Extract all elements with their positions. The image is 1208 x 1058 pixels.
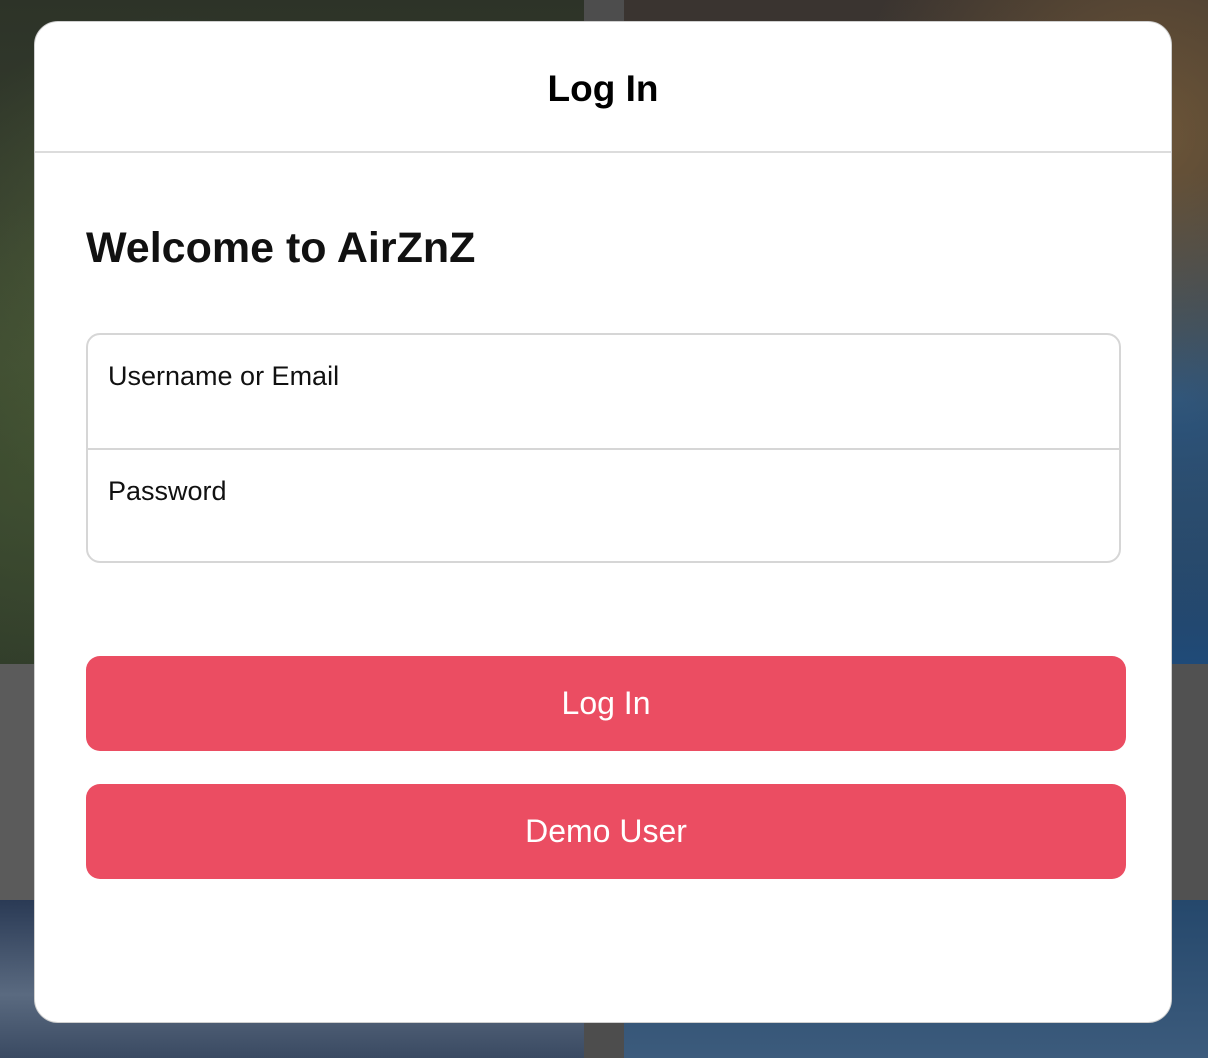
login-button[interactable]: Log In bbox=[86, 656, 1126, 751]
welcome-heading: Welcome to AirZnZ bbox=[86, 224, 476, 272]
username-field[interactable]: Username or Email bbox=[88, 335, 1119, 448]
modal-body: Welcome to AirZnZ Username or Email Pass… bbox=[35, 223, 1171, 879]
password-input[interactable] bbox=[108, 512, 1099, 552]
username-label: Username or Email bbox=[108, 361, 340, 391]
password-label: Password bbox=[108, 476, 227, 506]
username-input[interactable] bbox=[108, 397, 1099, 437]
modal-title: Log In bbox=[547, 67, 659, 109]
login-modal: Log In Welcome to AirZnZ Username or Ema… bbox=[34, 21, 1172, 1023]
credentials-field-group: Username or Email Password bbox=[86, 333, 1121, 563]
password-field[interactable]: Password bbox=[88, 448, 1119, 561]
demo-user-button[interactable]: Demo User bbox=[86, 784, 1126, 879]
modal-header: Log In bbox=[35, 22, 1171, 153]
